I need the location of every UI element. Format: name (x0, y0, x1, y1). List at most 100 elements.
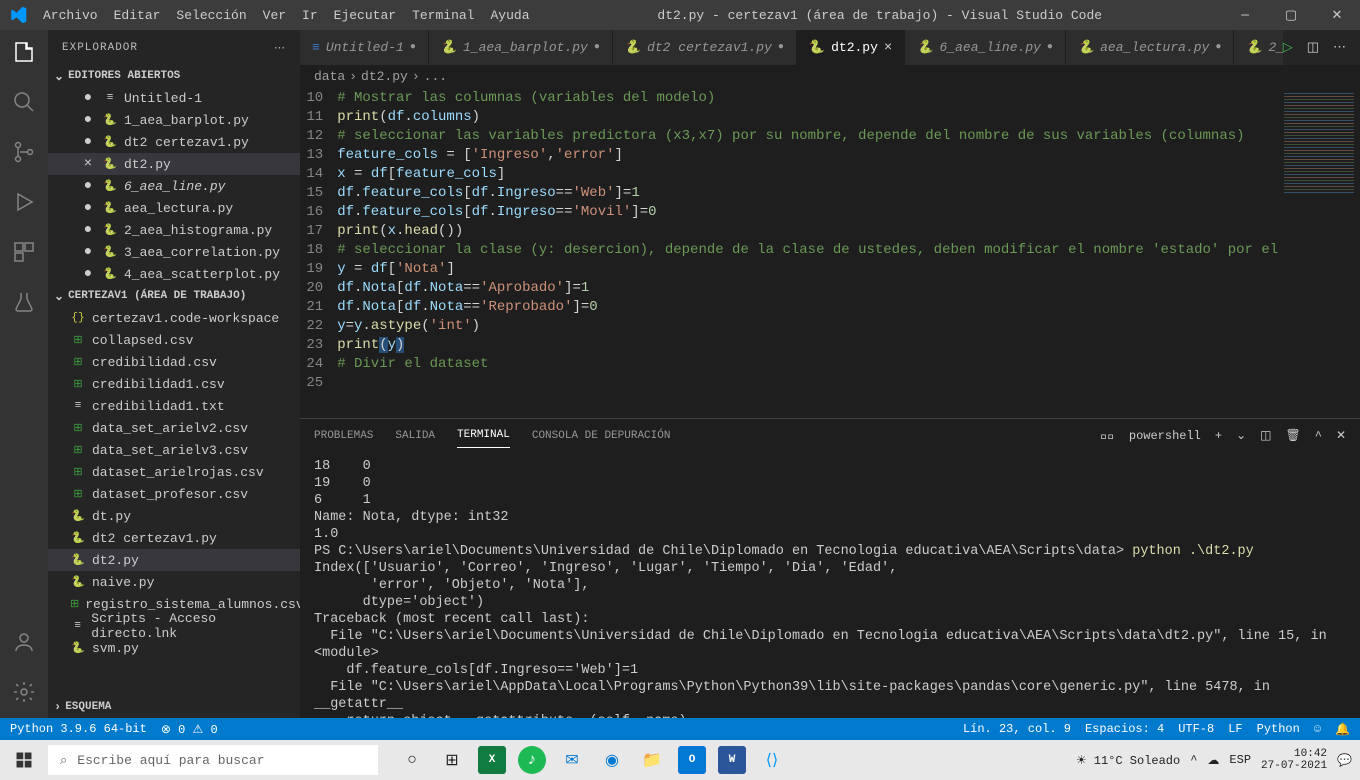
status-item[interactable]: UTF-8 (1178, 722, 1214, 736)
file-item[interactable]: 🐍dt2.py (48, 549, 300, 571)
mail-icon[interactable]: ✉ (558, 746, 586, 774)
taskbar-search[interactable]: ⌕ Escribe aquí para buscar (48, 745, 378, 775)
workspace-section[interactable]: ⌄CERTEZAV1 (ÁREA DE TRABAJO) (48, 285, 300, 307)
open-editors-section[interactable]: ⌄EDITORES ABIERTOS (48, 65, 300, 87)
status-item[interactable]: ☺ (1314, 722, 1321, 736)
extensions-icon[interactable] (12, 240, 36, 268)
open-editor-item[interactable]: ●🐍3_aea_correlation.py (48, 241, 300, 263)
open-editor-item[interactable]: ×🐍dt2.py (48, 153, 300, 175)
editor-tab[interactable]: 🐍dt2 certezav1.py● (613, 30, 797, 65)
editor-tab[interactable]: ≡Untitled-1● (300, 30, 429, 65)
editor-tab[interactable]: 🐍1_aea_barplot.py● (429, 30, 613, 65)
file-item[interactable]: 🐍dt2 certezav1.py (48, 527, 300, 549)
cortana-icon[interactable]: ○ (398, 746, 426, 774)
status-item[interactable]: ⊗ 0 ⚠ 0 (161, 722, 218, 737)
file-item[interactable]: 🐍dt.py (48, 505, 300, 527)
file-item[interactable]: ⊞collapsed.csv (48, 329, 300, 351)
file-item[interactable]: ⊞dataset_arielrojas.csv (48, 461, 300, 483)
status-item[interactable]: Lín. 23, col. 9 (963, 722, 1071, 736)
open-editor-item[interactable]: ●≡Untitled-1 (48, 87, 300, 109)
vscode-taskbar-icon[interactable]: ⟨⟩ (758, 746, 786, 774)
breadcrumb[interactable]: data › dt2.py › ... (300, 65, 1360, 87)
split-terminal-icon[interactable]: ◫ (1260, 428, 1271, 443)
panel-tab[interactable]: CONSOLA DE DEPURACIÓN (532, 430, 671, 448)
minimap[interactable] (1278, 87, 1360, 418)
editor-tab[interactable]: 🐍2_aea_histograma.py● (1234, 30, 1282, 65)
file-item[interactable]: ⊞data_set_arielv2.csv (48, 417, 300, 439)
excel-icon[interactable]: X (478, 746, 506, 774)
settings-gear-icon[interactable] (12, 680, 36, 708)
kill-terminal-icon[interactable]: 🗑 (1286, 428, 1301, 443)
panel-tab[interactable]: TERMINAL (457, 429, 510, 448)
status-item[interactable]: 🔔 (1335, 722, 1350, 737)
file-item[interactable]: ≡credibilidad1.txt (48, 395, 300, 417)
cloud-icon[interactable]: ☁ (1207, 753, 1219, 768)
status-item[interactable]: Python (1257, 722, 1300, 736)
open-editor-item[interactable]: ●🐍4_aea_scatterplot.py (48, 263, 300, 285)
open-editor-item[interactable]: ●🐍dt2 certezav1.py (48, 131, 300, 153)
split-editor-icon[interactable]: ◫ (1307, 40, 1319, 55)
account-icon[interactable] (12, 630, 36, 658)
close-button[interactable]: ✕ (1314, 0, 1360, 30)
search-icon[interactable] (12, 90, 36, 118)
testing-icon[interactable] (12, 290, 36, 318)
start-button[interactable] (0, 751, 48, 769)
file-explorer-icon[interactable]: 📁 (638, 746, 666, 774)
menu-terminal[interactable]: Terminal (404, 8, 482, 23)
menu-selección[interactable]: Selección (168, 8, 254, 23)
panel-tab[interactable]: PROBLEMAS (314, 430, 373, 448)
file-item[interactable]: ≡Scripts - Acceso directo.lnk (48, 615, 300, 637)
new-terminal-icon[interactable]: + (1215, 429, 1222, 443)
more-icon[interactable]: ⋯ (274, 41, 286, 55)
status-item[interactable]: Espacios: 4 (1085, 722, 1164, 736)
open-editor-item[interactable]: ●🐍6_aea_line.py (48, 175, 300, 197)
notifications-icon[interactable]: 💬 (1337, 753, 1352, 768)
terminal-dropdown-icon[interactable]: ⌄ (1236, 428, 1246, 443)
word-icon[interactable]: W (718, 746, 746, 774)
file-item[interactable]: ⊞credibilidad.csv (48, 351, 300, 373)
edge-icon[interactable]: ◉ (598, 746, 626, 774)
editor-tab[interactable]: 🐍aea_lectura.py● (1066, 30, 1234, 65)
open-editor-item[interactable]: ●🐍2_aea_histograma.py (48, 219, 300, 241)
file-item[interactable]: ⊞data_set_arielv3.csv (48, 439, 300, 461)
maximize-button[interactable]: ▢ (1268, 0, 1314, 30)
run-icon[interactable]: ▷ (1283, 40, 1293, 55)
menu-ejecutar[interactable]: Ejecutar (326, 8, 404, 23)
panel-tab[interactable]: SALIDA (395, 430, 435, 448)
close-tab-icon[interactable]: × (884, 40, 892, 56)
open-editor-item[interactable]: ●🐍aea_lectura.py (48, 197, 300, 219)
run-debug-icon[interactable] (12, 190, 36, 218)
language-indicator[interactable]: ESP (1229, 753, 1251, 767)
menu-ir[interactable]: Ir (294, 8, 326, 23)
menu-ayuda[interactable]: Ayuda (483, 8, 538, 23)
maximize-panel-icon[interactable]: ^ (1315, 429, 1322, 443)
file-item[interactable]: ⊞dataset_profesor.csv (48, 483, 300, 505)
file-item[interactable]: 🐍naive.py (48, 571, 300, 593)
explorer-icon[interactable] (0, 40, 36, 68)
terminal-shell-icon[interactable]: ▷⃞ (1100, 429, 1114, 443)
weather-widget[interactable]: ☀ 11°C Soleado (1076, 753, 1180, 768)
terminal-output[interactable]: 18 0 19 0 6 1 Name: Nota, dtype: int32 1… (300, 452, 1360, 718)
menu-archivo[interactable]: Archivo (35, 8, 106, 23)
minimize-button[interactable]: ─ (1222, 0, 1268, 30)
close-icon[interactable]: × (80, 156, 96, 172)
code-editor[interactable]: 10111213141516171819202122232425 # Mostr… (300, 87, 1360, 418)
file-item[interactable]: ⊞credibilidad1.csv (48, 373, 300, 395)
more-actions-icon[interactable]: ⋯ (1333, 40, 1346, 55)
editor-tab[interactable]: 🐍6_aea_line.py● (905, 30, 1066, 65)
open-editor-item[interactable]: ●🐍1_aea_barplot.py (48, 109, 300, 131)
close-panel-icon[interactable]: ✕ (1336, 428, 1346, 443)
task-view-icon[interactable]: ⊞ (438, 746, 466, 774)
menu-ver[interactable]: Ver (255, 8, 294, 23)
spotify-icon[interactable]: ♪ (518, 746, 546, 774)
source-control-icon[interactable] (12, 140, 36, 168)
editor-tab[interactable]: 🐍dt2.py× (797, 30, 905, 65)
clock[interactable]: 10:42 27-07-2021 (1261, 748, 1327, 772)
tray-chevron-icon[interactable]: ^ (1190, 753, 1197, 767)
outlook-icon[interactable]: O (678, 746, 706, 774)
menu-editar[interactable]: Editar (106, 8, 169, 23)
status-item[interactable]: Python 3.9.6 64-bit (10, 722, 147, 736)
outline-section[interactable]: ›ESQUEMA (48, 696, 300, 718)
file-item[interactable]: {}certezav1.code-workspace (48, 307, 300, 329)
status-item[interactable]: LF (1228, 722, 1242, 736)
